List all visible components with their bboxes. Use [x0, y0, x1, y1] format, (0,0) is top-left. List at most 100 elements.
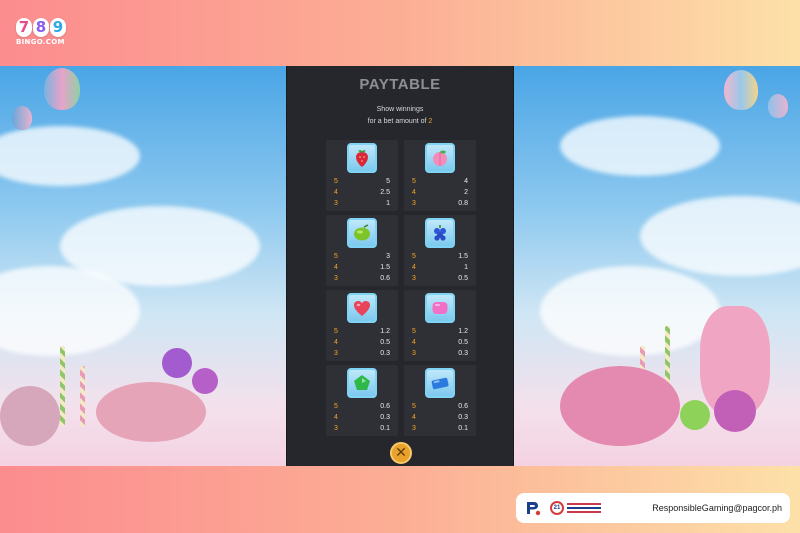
strawberry-icon — [347, 143, 377, 173]
symbol-card-square: 5 1.2 4 0.5 3 0.3 — [404, 290, 476, 361]
pay-row: 5 0.6 — [412, 401, 468, 412]
pay-row: 4 0.3 — [412, 412, 468, 423]
pay-count: 3 — [412, 200, 416, 207]
cloud-decoration — [540, 266, 720, 356]
pay-value: 0.8 — [458, 200, 468, 207]
pay-row: 5 0.6 — [334, 401, 390, 412]
pay-row: 4 1.5 — [334, 262, 390, 273]
lollipop-decoration — [162, 348, 192, 378]
candy-dome-decoration — [560, 366, 680, 446]
subtitle-line-1: Show winnings — [376, 106, 424, 113]
pay-count: 3 — [412, 350, 416, 357]
pay-value: 0.5 — [380, 339, 390, 346]
paytable-subtitle: Show winnings for a bet amount of 2 — [287, 104, 513, 128]
pay-count: 4 — [334, 414, 338, 421]
grapes-icon — [425, 218, 455, 248]
pay-count: 3 — [334, 200, 338, 207]
pay-row: 5 1.2 — [412, 326, 468, 337]
candy-dome-decoration — [96, 382, 206, 442]
lollipop-decoration — [714, 390, 756, 432]
pay-rows: 5 1.5 41 3 0.5 — [412, 251, 468, 284]
pay-value: 0.6 — [380, 403, 390, 410]
hot-air-balloon-icon — [724, 70, 758, 110]
pay-count: 5 — [412, 178, 416, 185]
pay-row: 41 — [412, 262, 468, 273]
pay-count: 4 — [334, 264, 338, 271]
candy-cane-decoration — [80, 366, 85, 426]
pay-value: 1 — [386, 200, 390, 207]
pay-value: 0.3 — [380, 350, 390, 357]
cloud-decoration — [560, 116, 720, 176]
heart-candy-icon — [347, 293, 377, 323]
pay-value: 2.5 — [380, 189, 390, 196]
pay-count: 3 — [334, 350, 338, 357]
pay-rows: 5 1.2 4 0.5 3 0.3 — [412, 326, 468, 359]
pay-row: 53 — [334, 251, 390, 262]
pay-rows: 53 4 1.5 3 0.6 — [334, 251, 390, 284]
peach-icon — [425, 143, 455, 173]
pay-rows: 5 0.6 4 0.3 3 0.1 — [412, 401, 468, 434]
logo-subtext: BINGO.COM — [16, 38, 65, 46]
hot-air-balloon-icon — [768, 94, 788, 118]
pay-value: 0.3 — [380, 414, 390, 421]
square-candy-icon — [425, 293, 455, 323]
symbol-card-lime: 53 4 1.5 3 0.6 — [326, 215, 398, 286]
logo-digit-9: 9 — [50, 18, 66, 37]
pay-count: 5 — [412, 253, 416, 260]
age-21-badge: 21 — [550, 501, 564, 515]
pay-value: 0.1 — [458, 425, 468, 432]
pay-value: 1.2 — [380, 328, 390, 335]
cloud-decoration — [640, 196, 800, 276]
pay-row: 54 — [412, 176, 468, 187]
symbol-card-peach: 54 4 2 3 0.8 — [404, 140, 476, 211]
pay-row: 5 1.5 — [412, 251, 468, 262]
pay-value: 5 — [386, 178, 390, 185]
brand-logo: 7 8 9 BINGO.COM — [16, 18, 70, 48]
pay-row: 3 0.6 — [334, 273, 390, 284]
symbol-card-pentagon: 5 0.6 4 0.3 3 0.1 — [326, 365, 398, 436]
pay-value: 0.3 — [458, 414, 468, 421]
pay-value: 0.1 — [380, 425, 390, 432]
pay-row: 3 0.5 — [412, 273, 468, 284]
pay-row: 4 0.3 — [334, 412, 390, 423]
pay-count: 4 — [412, 264, 416, 271]
pay-row: 3 0.3 — [412, 348, 468, 359]
pagcor-logo-icon — [527, 502, 541, 516]
pay-count: 4 — [334, 189, 338, 196]
hot-air-balloon-icon — [12, 106, 32, 130]
pay-value: 2 — [464, 189, 468, 196]
responsible-gaming-card: 21 ResponsibleGaming@pagcor.ph — [516, 493, 790, 523]
pay-value: 0.3 — [458, 350, 468, 357]
pay-row: 55 — [334, 176, 390, 187]
close-button[interactable]: ✕ — [390, 442, 412, 464]
pay-rows: 5 0.6 4 0.3 3 0.1 — [334, 401, 390, 434]
pay-row: 3 0.1 — [412, 423, 468, 434]
pay-value: 1 — [464, 264, 468, 271]
lollipop-decoration — [680, 400, 710, 430]
symbol-card-strawberry: 55 4 2.5 31 — [326, 140, 398, 211]
pay-count: 3 — [412, 425, 416, 432]
pentagon-candy-icon — [347, 368, 377, 398]
pay-value: 3 — [386, 253, 390, 260]
pay-row: 31 — [334, 198, 390, 209]
pay-count: 5 — [334, 403, 338, 410]
pay-count: 5 — [334, 178, 338, 185]
pay-value: 1.2 — [458, 328, 468, 335]
paytable-grid: 55 4 2.5 31 54 42 3 0.8 5 3 4 1.5 3 0.6 … — [326, 140, 476, 436]
hot-air-balloon-icon — [44, 68, 80, 110]
pay-count: 4 — [412, 189, 416, 196]
pay-count: 5 — [334, 253, 338, 260]
symbol-card-oblong: 5 0.6 4 0.3 3 0.1 — [404, 365, 476, 436]
cloud-decoration — [0, 126, 140, 186]
subtitle-line-2: for a bet amount of 2 — [287, 116, 513, 128]
pay-value: 0.5 — [458, 339, 468, 346]
pay-row: 4 2.5 — [334, 187, 390, 198]
logo-digits: 7 8 9 — [16, 18, 70, 37]
pay-count: 3 — [334, 275, 338, 282]
pay-count: 5 — [334, 328, 338, 335]
pay-count: 3 — [412, 275, 416, 282]
responsible-gaming-email[interactable]: ResponsibleGaming@pagcor.ph — [652, 503, 782, 513]
age-notice-graphic — [567, 503, 601, 513]
pay-value: 0.6 — [380, 275, 390, 282]
pay-row: 5 1.2 — [334, 326, 390, 337]
